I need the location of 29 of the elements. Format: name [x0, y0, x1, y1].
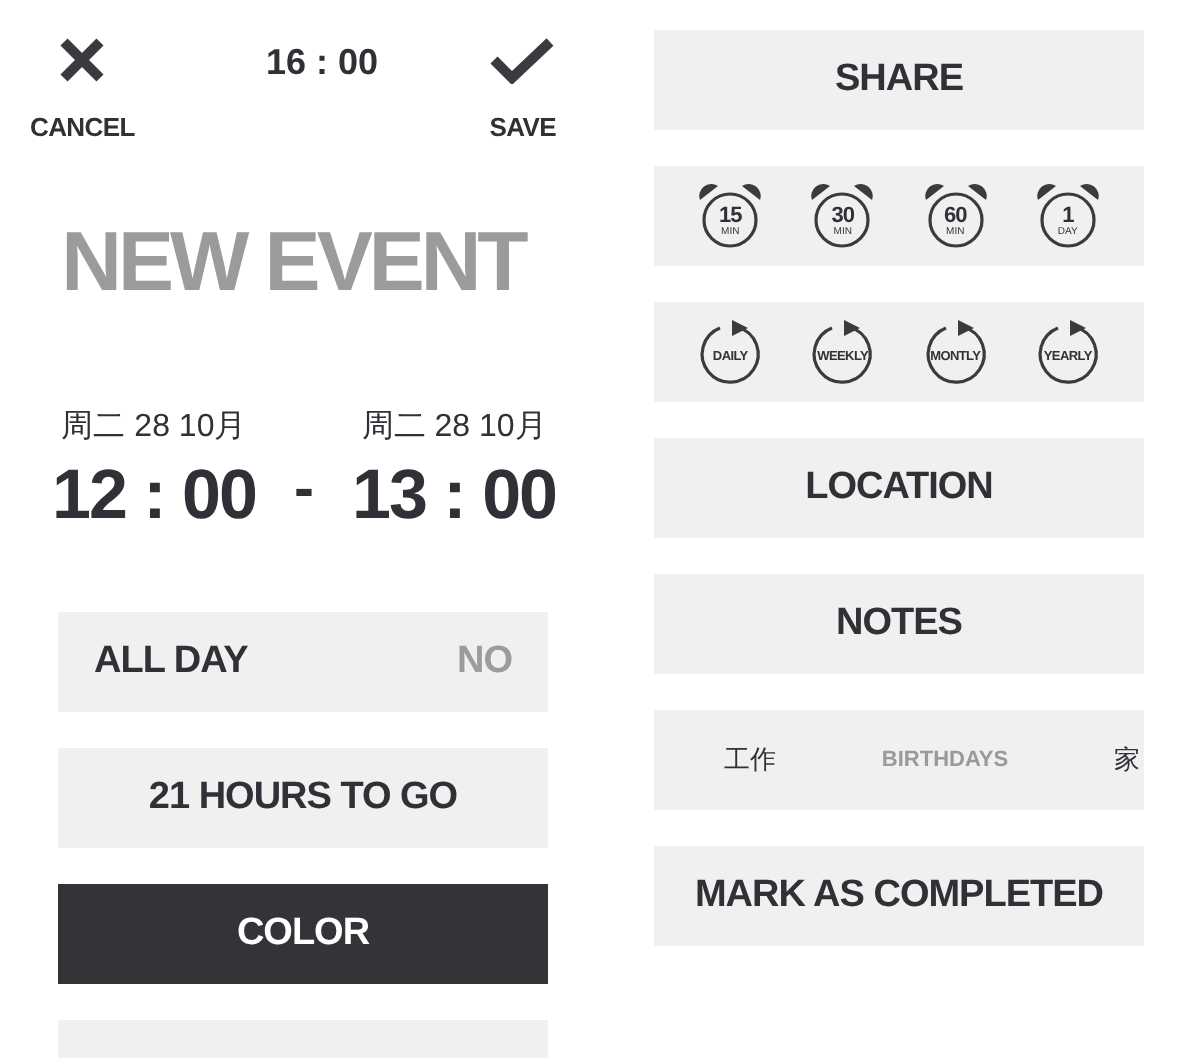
- save-button[interactable]: SAVE: [489, 36, 556, 142]
- row-label: ALL DAY: [94, 640, 248, 684]
- row-button[interactable]: SHARE: [654, 30, 1144, 130]
- circular-arrow-icon: [808, 318, 877, 386]
- tag-button[interactable]: 家: [1113, 742, 1140, 778]
- alarm-clock-icon: [1033, 182, 1102, 250]
- circular-arrow-icon: [1033, 318, 1102, 386]
- end-time[interactable]: 13 : 00: [352, 456, 556, 536]
- row-button[interactable]: MARK AS COMPLETED: [654, 846, 1144, 946]
- circular-arrow-icon: [696, 318, 765, 386]
- tag-button[interactable]: 工作: [724, 742, 776, 778]
- start-time[interactable]: 12 : 00: [52, 456, 256, 536]
- time-display: 16 : 00: [266, 42, 379, 84]
- time-separator: -: [294, 456, 314, 526]
- alarm-clock-icon: [921, 182, 990, 250]
- row-button[interactable]: NOTES: [654, 574, 1144, 674]
- cancel-button[interactable]: CANCEL: [30, 36, 135, 142]
- end-date[interactable]: 周二 28 10月: [361, 406, 547, 448]
- row-button[interactable]: LOCATION: [654, 438, 1144, 538]
- row-button[interactable]: 21 HOURS TO GO: [58, 748, 548, 848]
- circular-arrow-icon: [921, 318, 990, 386]
- checkmark-icon: [490, 36, 555, 84]
- close-icon: [58, 36, 107, 84]
- color-button[interactable]: COLOR: [58, 884, 548, 984]
- alarm-clock-icon: [808, 182, 877, 250]
- alarm-clock-icon: [696, 182, 765, 250]
- all-day-row[interactable]: ALL DAY NO: [58, 612, 548, 712]
- event-title: NEW EVENT: [59, 212, 528, 312]
- start-date[interactable]: 周二 28 10月: [61, 406, 247, 448]
